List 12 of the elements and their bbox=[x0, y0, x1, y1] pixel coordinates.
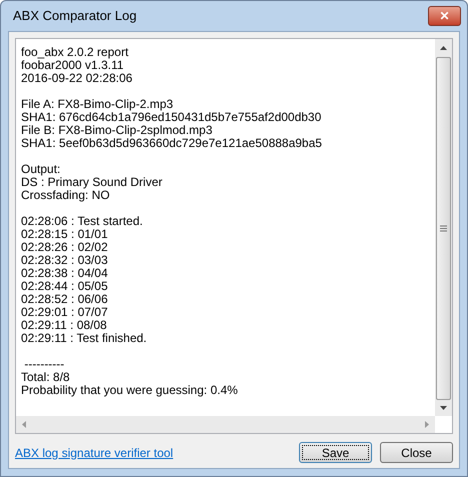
dialog-button[interactable]: Close bbox=[380, 442, 453, 463]
dialog-button[interactable]: Save bbox=[299, 442, 372, 463]
window-title: ABX Comparator Log bbox=[13, 7, 137, 26]
scroll-up-icon[interactable] bbox=[440, 46, 447, 50]
horizontal-scrollbar[interactable] bbox=[16, 416, 435, 433]
vertical-scrollbar[interactable] bbox=[435, 39, 452, 416]
scroll-right-icon[interactable] bbox=[425, 421, 429, 428]
scroll-thumb[interactable] bbox=[436, 57, 451, 400]
scroll-down-icon[interactable] bbox=[440, 406, 447, 410]
scroll-left-icon[interactable] bbox=[22, 421, 26, 428]
grip-icon bbox=[440, 225, 447, 232]
verifier-link[interactable]: ABX log signature verifier tool bbox=[15, 444, 174, 462]
